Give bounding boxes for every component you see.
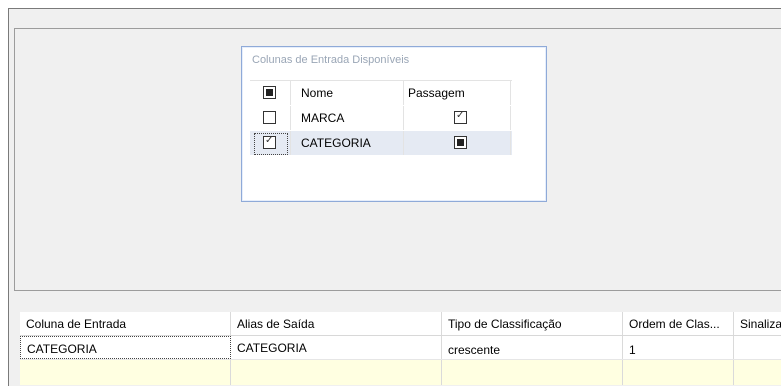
new-cell[interactable]: [20, 360, 231, 385]
cell-sort-order[interactable]: 1: [623, 336, 734, 359]
header-row: Nome Passagem: [250, 81, 512, 106]
header-passthrough: Passagem: [408, 86, 465, 100]
new-cell[interactable]: [623, 360, 734, 385]
cell-input-column[interactable]: CATEGORIA: [20, 336, 231, 359]
col-header-sort-type[interactable]: Tipo de Classificação: [442, 312, 623, 335]
col-header-flags[interactable]: Sinaliza: [734, 312, 781, 335]
header-name: Nome: [301, 86, 334, 100]
cell-flags[interactable]: [734, 336, 781, 359]
cell-sort-type[interactable]: crescente: [442, 336, 623, 359]
column-name: MARCA: [301, 111, 345, 125]
table-row[interactable]: CATEGORIA CATEGORIA crescente 1: [20, 336, 781, 360]
sort-columns-grid: Coluna de Entrada Alias de Saída Tipo de…: [20, 312, 781, 385]
column-name: CATEGORIA: [301, 136, 371, 150]
column-row-marca[interactable]: MARCA ✓: [250, 106, 512, 131]
new-cell[interactable]: [442, 360, 623, 385]
passthrough-checkbox[interactable]: [454, 136, 467, 149]
column-row-categoria[interactable]: ✓ CATEGORIA: [250, 131, 512, 156]
cell-output-alias[interactable]: CATEGORIA: [231, 336, 442, 359]
passthrough-checkbox[interactable]: ✓: [454, 110, 467, 124]
new-row[interactable]: [20, 360, 781, 385]
col-header-input-column[interactable]: Coluna de Entrada: [20, 312, 231, 335]
select-checkbox[interactable]: ✓: [263, 135, 276, 149]
col-header-output-alias[interactable]: Alias de Saída: [231, 312, 442, 335]
check-icon: ✓: [265, 135, 274, 146]
select-checkbox[interactable]: [263, 111, 276, 124]
new-cell[interactable]: [231, 360, 442, 385]
input-columns-grid: Nome Passagem MARCA ✓ ✓ CATEGORIA: [250, 80, 512, 156]
panel-title: Colunas de Entrada Disponíveis: [252, 54, 410, 66]
select-all-checkbox[interactable]: [263, 86, 276, 99]
available-input-columns-panel: Colunas de Entrada Disponíveis Nome Pass…: [241, 46, 547, 202]
check-icon: ✓: [456, 110, 465, 121]
col-header-sort-order[interactable]: Ordem de Clas...: [623, 312, 734, 335]
grid-header-row: Coluna de Entrada Alias de Saída Tipo de…: [20, 312, 781, 336]
